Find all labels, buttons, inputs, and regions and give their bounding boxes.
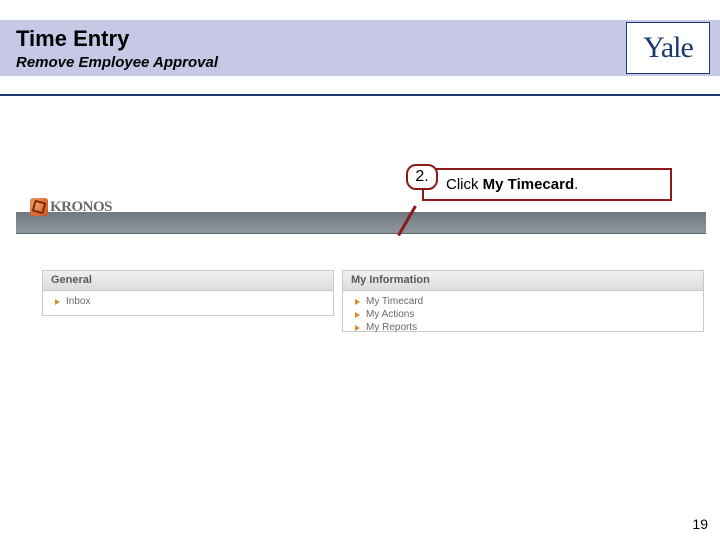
kronos-logo: KRONOS [30,198,112,216]
kronos-brand-text: KRONOS [50,199,112,216]
callout-bold: My Timecard [483,176,574,193]
callout-box: Click My Timecard. [422,168,672,201]
step-number-badge: 2. [406,164,438,190]
yale-logo: Yale [626,22,710,74]
panel-general: General Inbox [42,270,334,316]
link-my-reports-label: My Reports [366,321,417,334]
kronos-mark-icon [30,198,48,216]
arrow-right-icon [355,312,360,318]
link-inbox-label: Inbox [66,295,90,308]
link-my-timecard-label: My Timecard [366,295,423,308]
panel-my-information-body: My Timecard My Actions My Reports [343,291,703,338]
callout-prefix: Click [446,176,483,193]
slide: Time Entry Remove Employee Approval Yale… [0,0,720,540]
panel-my-information-header: My Information [343,271,703,291]
callout-pointer [400,206,436,292]
instruction-callout: Click My Timecard. 2. [422,168,672,201]
slide-header: Time Entry Remove Employee Approval Yale [0,0,720,94]
arrow-right-icon [355,299,360,305]
arrow-right-icon [355,325,360,331]
page-subtitle: Remove Employee Approval [16,54,218,71]
callout-pointer-line [397,205,417,236]
page-title: Time Entry [16,26,129,52]
link-my-timecard[interactable]: My Timecard [355,295,693,308]
link-my-reports[interactable]: My Reports [355,321,693,334]
link-my-actions-label: My Actions [366,308,414,321]
panel-my-information: My Information My Timecard My Actions My… [342,270,704,332]
arrow-right-icon [55,299,60,305]
link-my-actions[interactable]: My Actions [355,308,693,321]
link-inbox[interactable]: Inbox [55,295,323,308]
callout-suffix: . [574,176,578,193]
header-divider [0,94,720,96]
panel-general-header: General [43,271,333,291]
page-number: 19 [692,516,708,532]
panel-general-body: Inbox [43,291,333,312]
